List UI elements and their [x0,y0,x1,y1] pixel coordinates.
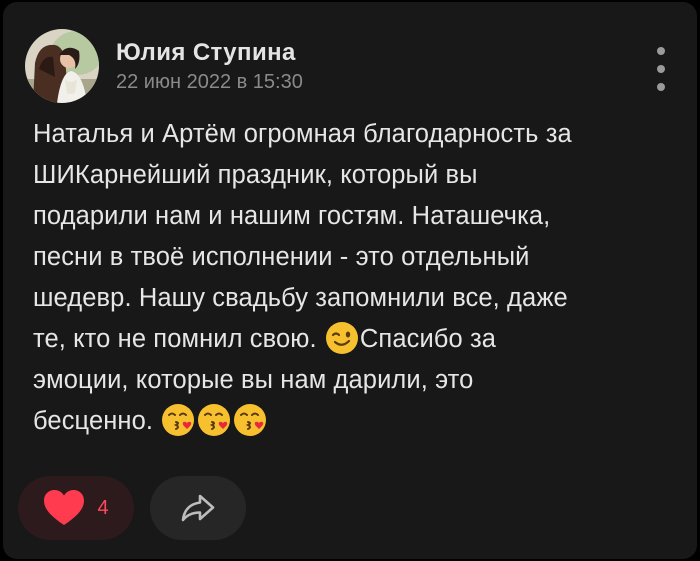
share-button[interactable] [150,476,246,540]
more-vertical-icon [657,47,665,55]
post-text-segment: бесценно. [33,407,154,435]
avatar-image [25,29,99,103]
heart-icon [44,490,85,525]
post-text-line: эмоции, которые вы нам дарили, это [33,366,474,394]
post-text-line: шедевр. Нашу свадьбу запомнили все, даже [33,284,568,312]
post-text-line: песни в твоё исполнении - это отдельный [33,243,530,271]
author-name[interactable]: Юлия Ступина [116,38,303,68]
share-arrow-icon [181,494,215,522]
face-blowing-kiss-emoji [234,404,267,436]
post-header: Юлия Ступина 22 июн 2022 в 15:30 [25,29,303,103]
more-vertical-icon-dot [657,65,665,73]
face-blowing-kiss-emoji [162,404,195,436]
more-options-button[interactable] [649,47,673,91]
post-text: Наталья и Артём огромная благодарность з… [33,114,673,442]
post-text-line-with-emoji: те, кто не помнил свою. Спасибо за [33,319,673,360]
like-button[interactable]: 4 [18,476,134,540]
winking-face-emoji [325,322,358,354]
post-card: Юлия Ступина 22 июн 2022 в 15:30 Наталья… [3,2,697,559]
avatar[interactable] [25,29,99,103]
post-text-line: ШИКарнейший праздник, который вы [33,161,478,189]
post-actions: 4 [18,476,246,540]
author-block: Юлия Ступина 22 июн 2022 в 15:30 [116,38,303,95]
post-text-line: подарили нам и нашим гостям. Наташечка, [33,202,551,230]
face-blowing-kiss-emoji [198,404,231,436]
post-text-line: Наталья и Артём огромная благодарность з… [33,120,572,148]
post-text-segment: Спасибо за [359,325,497,353]
post-text-segment: те, кто не помнил свою. [33,325,317,353]
like-count: 4 [97,497,109,519]
post-text-line-with-emoji: бесценно. [33,401,673,442]
more-vertical-icon-dot [657,83,665,91]
post-date[interactable]: 22 июн 2022 в 15:30 [116,69,303,95]
